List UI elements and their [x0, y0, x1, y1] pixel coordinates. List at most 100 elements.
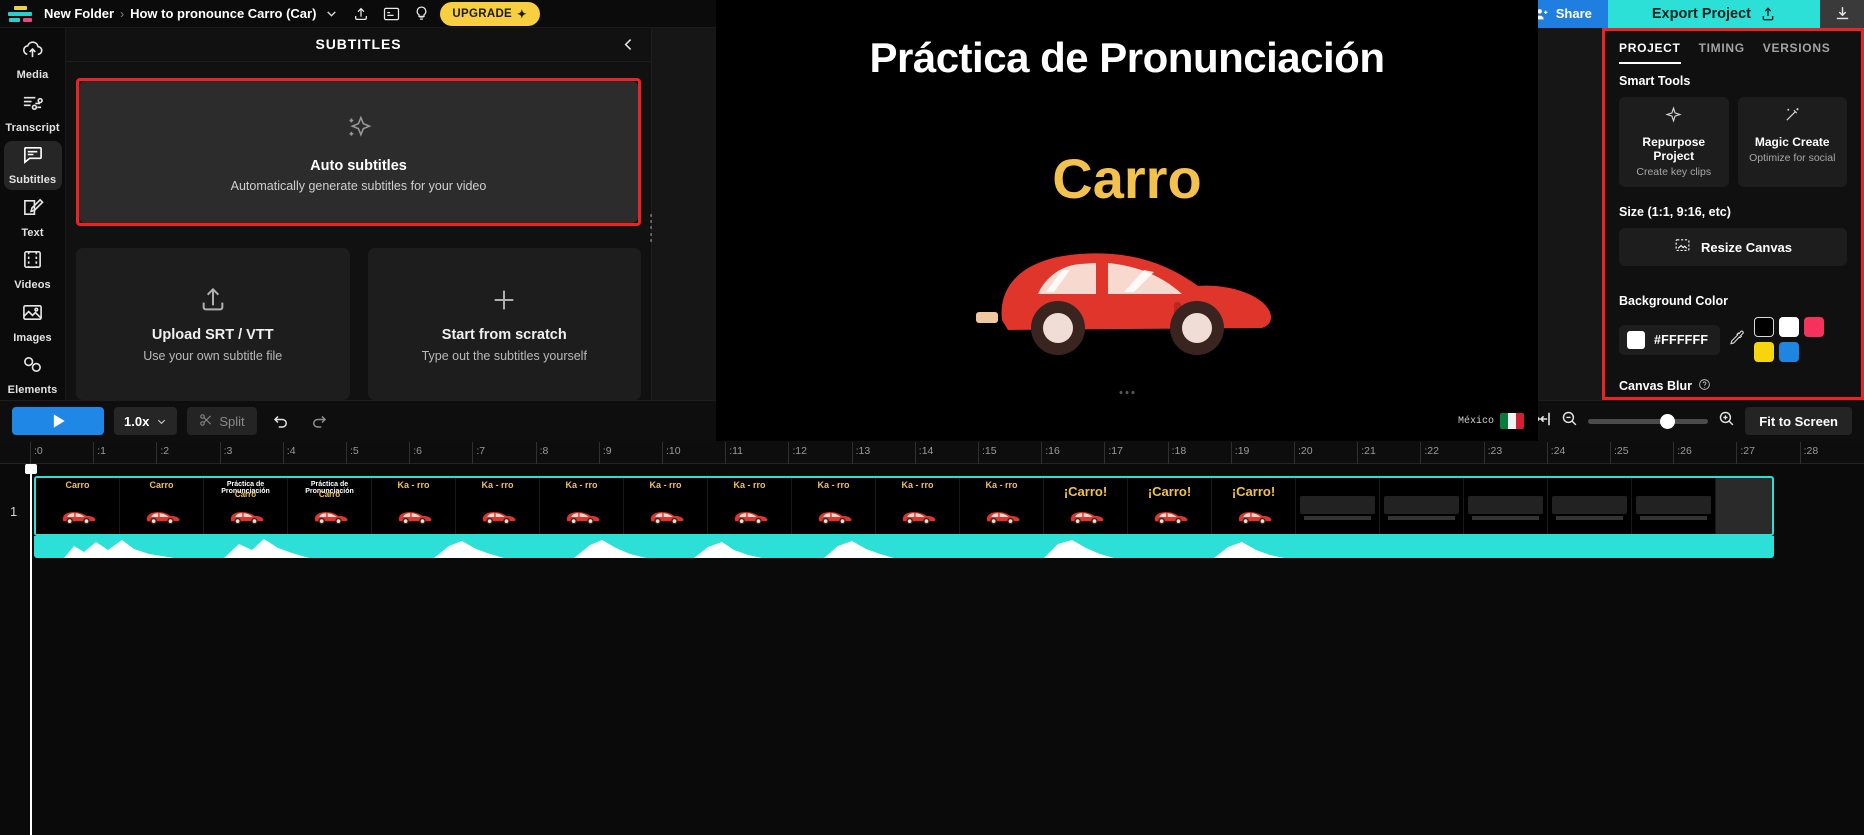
upgrade-button[interactable]: UPGRADE ✦	[440, 1, 540, 26]
clip-thumbnail	[1296, 477, 1380, 534]
ruler-tick: :7	[472, 441, 485, 464]
tab-timing[interactable]: TIMING	[1699, 41, 1745, 64]
sidebar-item-videos[interactable]: Videos	[4, 246, 62, 295]
video-canvas[interactable]: Práctica de Pronunciación Carro México	[716, 0, 1538, 442]
ruler-tick: :23	[1483, 441, 1502, 464]
collapse-panel-icon[interactable]	[620, 36, 637, 58]
captions-icon[interactable]	[376, 1, 406, 27]
subtitles-panel-title: SUBTITLES	[315, 36, 402, 53]
thumb-label: ¡Carro!	[1147, 483, 1192, 499]
thumb-car-icon	[398, 511, 431, 524]
film-icon	[21, 249, 44, 273]
clip-thumbnail: Práctica de Pronunciación Carro	[288, 477, 372, 534]
preview-resize-dots[interactable]	[1119, 390, 1135, 394]
cloud-upload-icon	[21, 39, 44, 63]
auto-subtitles-card[interactable]: Auto subtitles Automatically generate su…	[79, 80, 638, 223]
playhead[interactable]	[30, 463, 32, 835]
tab-versions[interactable]: VERSIONS	[1763, 41, 1831, 64]
car-illustration	[962, 224, 1292, 369]
swatch-pink[interactable]	[1804, 317, 1825, 337]
zoom-out-icon[interactable]	[1561, 410, 1578, 432]
playhead-handle[interactable]	[25, 463, 37, 474]
swatch-black[interactable]	[1754, 317, 1775, 337]
app-logo-icon[interactable]	[8, 4, 34, 24]
repurpose-project-card[interactable]: Repurpose Project Create key clips	[1619, 97, 1729, 187]
resize-canvas-icon	[1674, 237, 1691, 257]
playback-speed-select[interactable]: 1.0x	[114, 407, 178, 435]
sidebar-item-label: Text	[21, 226, 44, 239]
chevron-down-icon	[158, 419, 166, 424]
lightbulb-icon[interactable]	[406, 1, 436, 27]
zoom-slider-knob[interactable]	[1660, 413, 1676, 429]
zoom-in-icon[interactable]	[1718, 410, 1735, 432]
magic-create-card[interactable]: Magic Create Optimize for social	[1737, 97, 1847, 187]
thumb-label: Carro	[149, 479, 174, 490]
audio-waveform[interactable]	[34, 535, 1774, 558]
fit-to-screen-button[interactable]: Fit to Screen	[1745, 407, 1853, 435]
transcript-icon	[21, 92, 44, 116]
swatch-yellow[interactable]	[1754, 342, 1775, 362]
sidebar-item-label: Elements	[7, 384, 58, 397]
resize-canvas-button[interactable]: Resize Canvas	[1619, 228, 1847, 266]
thumb-car-icon	[818, 511, 851, 524]
timeline-ruler[interactable]: :0:1:2:3:4:5:6:7:8:9:10:11:12:13:14:15:1…	[0, 441, 1864, 464]
page-title[interactable]: How to pronounce Carro (Car)	[130, 6, 316, 21]
export-project-button[interactable]: Export Project	[1607, 0, 1820, 28]
project-settings-panel: PROJECT TIMING VERSIONS Smart Tools Repu…	[1602, 28, 1864, 400]
thumb-label: ¡Carro!	[1063, 483, 1108, 499]
ruler-tick: :13	[851, 441, 870, 464]
thumb-car-icon	[482, 511, 515, 524]
chevron-down-icon[interactable]	[316, 1, 346, 27]
download-button[interactable]	[1820, 0, 1864, 28]
sidebar-item-elements[interactable]: Elements	[4, 351, 62, 400]
clip-thumbnail: ¡Carro!	[1044, 477, 1128, 534]
swatch-white[interactable]	[1779, 317, 1800, 337]
help-circle-icon[interactable]	[1698, 378, 1711, 394]
current-color-swatch	[1627, 330, 1645, 349]
sidebar-item-label: Media	[16, 69, 49, 82]
background-color-label: Background Color	[1619, 294, 1729, 308]
ruler-tick: :25	[1610, 441, 1629, 464]
breadcrumb-folder[interactable]: New Folder	[44, 6, 114, 21]
sidebar-item-subtitles[interactable]: Subtitles	[3, 141, 62, 190]
sidebar-item-images[interactable]: Images	[4, 299, 62, 348]
sidebar-item-text[interactable]: Text	[4, 194, 62, 243]
sidebar-item-media[interactable]: Media	[4, 36, 62, 85]
country-badge: México	[1458, 413, 1524, 430]
split-button[interactable]: Split	[187, 407, 257, 435]
ruler-tick: :27	[1736, 441, 1755, 464]
redo-button[interactable]	[305, 407, 333, 435]
background-hex-field[interactable]: #FFFFFF	[1619, 324, 1721, 355]
upload-srt-vtt-subtitle: Use your own subtitle file	[143, 349, 283, 363]
undo-button[interactable]	[267, 407, 295, 435]
thumb-car-icon	[230, 511, 263, 524]
ruler-tick: :14	[914, 441, 933, 464]
video-clip[interactable]: Carro Carro Práctica de Pronunciación Carro…	[34, 475, 1774, 536]
smart-tools-row: Repurpose Project Create key clips Magic…	[1619, 97, 1847, 187]
smart-tools-label: Smart Tools	[1619, 74, 1691, 88]
ruler-tick: :20	[1294, 441, 1313, 464]
clip-thumbnail: ¡Carro!	[1212, 477, 1296, 534]
upload-srt-vtt-card[interactable]: Upload SRT / VTT Use your own subtitle f…	[76, 247, 350, 400]
swatch-blue[interactable]	[1779, 342, 1800, 362]
clip-thumbnail: Ka - rro	[624, 477, 708, 534]
thumb-label: ¡Carro!	[1231, 483, 1276, 499]
ruler-tick: :28	[1799, 441, 1818, 464]
start-from-scratch-card[interactable]: Start from scratch Type out the subtitle…	[367, 247, 641, 400]
zoom-slider[interactable]	[1588, 413, 1709, 429]
eyedropper-icon[interactable]	[1729, 329, 1745, 350]
subtitles-panel-header: SUBTITLES	[66, 28, 651, 62]
thumb-label: Ka - rro	[565, 479, 598, 490]
canvas-word-text: Carro	[1052, 147, 1202, 211]
color-swatches	[1754, 317, 1832, 362]
tab-project[interactable]: PROJECT	[1619, 41, 1681, 64]
upload-srt-vtt-title: Upload SRT / VTT	[151, 327, 274, 343]
clip-thumbnail: Ka - rro	[792, 477, 876, 534]
ruler-tick: :12	[788, 441, 807, 464]
play-button[interactable]	[12, 407, 104, 435]
clip-thumbnail	[1548, 477, 1632, 534]
sidebar-item-transcript[interactable]: Transcript	[4, 89, 62, 138]
sidebar-item-label: Videos	[14, 279, 51, 292]
share-upload-icon[interactable]	[346, 1, 376, 27]
ruler-tick: :19	[1230, 441, 1249, 464]
